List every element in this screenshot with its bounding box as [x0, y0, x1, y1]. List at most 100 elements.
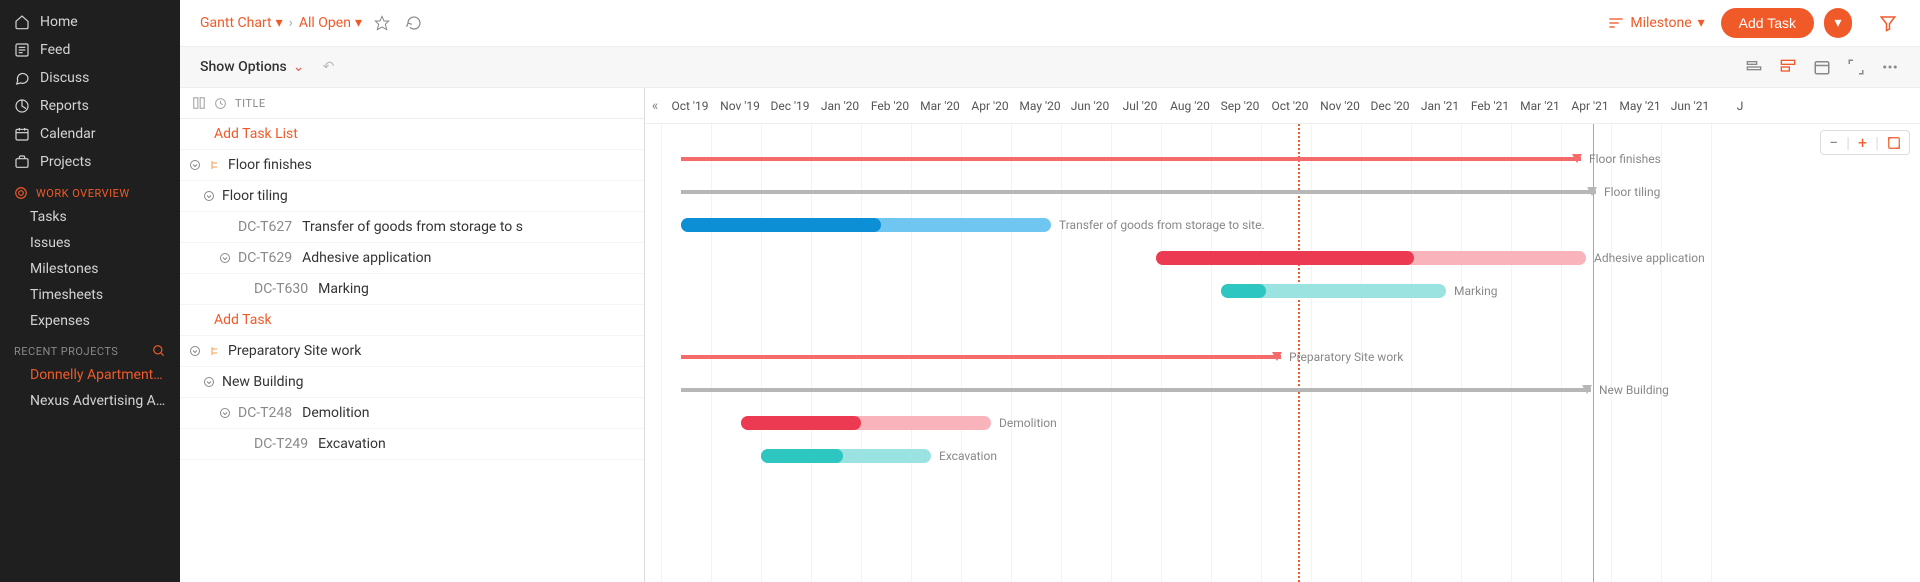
- sidebar-item-label: Feed: [40, 42, 70, 58]
- sidebar-item-calendar[interactable]: Calendar: [0, 120, 180, 148]
- task-row[interactable]: New Building: [180, 367, 644, 398]
- add-task-link[interactable]: Add Task: [180, 305, 644, 336]
- refresh-icon[interactable]: [402, 11, 426, 35]
- task-id: DC-T248: [238, 405, 292, 421]
- target-icon: [14, 186, 28, 200]
- gantt-summary-bar[interactable]: Floor tiling: [681, 190, 1596, 194]
- calendar-icon[interactable]: [1812, 57, 1832, 77]
- star-icon[interactable]: [370, 11, 394, 35]
- gantt-bar-label: Floor tiling: [1604, 185, 1660, 199]
- sidebar-project[interactable]: Nexus Advertising Agen: [0, 388, 180, 414]
- zoom-fit-button[interactable]: [1879, 134, 1909, 152]
- sidebar-item-timesheets[interactable]: Timesheets: [0, 282, 180, 308]
- task-title: Floor finishes: [228, 157, 312, 173]
- task-list-pane: TITLE Add Task List Floor finishesFloor …: [180, 88, 645, 582]
- sidebar-item-expenses[interactable]: Expenses: [0, 308, 180, 334]
- sidebar-item-discuss[interactable]: Discuss: [0, 64, 180, 92]
- task-row[interactable]: DC-T249Excavation: [180, 429, 644, 460]
- sidebar-item-label: Calendar: [40, 126, 96, 142]
- filter-icon[interactable]: [1876, 11, 1900, 35]
- gantt-bar-label: Demolition: [999, 416, 1057, 430]
- collapse-icon[interactable]: [188, 345, 202, 357]
- sidebar: Home Feed Discuss Reports Calendar Projects W…: [0, 0, 180, 582]
- view-mode-1-icon[interactable]: [1744, 57, 1764, 77]
- task-title: Excavation: [318, 436, 386, 452]
- collapse-icon[interactable]: [218, 252, 232, 264]
- task-row[interactable]: DC-T630Marking: [180, 274, 644, 305]
- collapse-icon[interactable]: [218, 407, 232, 419]
- gantt-task-bar[interactable]: Excavation: [761, 449, 931, 463]
- sidebar-item-home[interactable]: Home: [0, 8, 180, 36]
- gantt-bar-label: New Building: [1599, 383, 1669, 397]
- gantt-row: Marking: [645, 274, 1920, 307]
- projects-icon: [14, 154, 30, 170]
- gantt-bar-label: Adhesive application: [1594, 251, 1705, 265]
- add-task-list-link[interactable]: Add Task List: [180, 119, 644, 150]
- task-row[interactable]: Floor finishes: [180, 150, 644, 181]
- collapse-icon[interactable]: [202, 190, 216, 202]
- month-header: Sep '20: [1215, 99, 1265, 113]
- task-row[interactable]: Floor tiling: [180, 181, 644, 212]
- gantt-task-bar[interactable]: Marking: [1221, 284, 1446, 298]
- clock-icon: [214, 97, 227, 110]
- filter-selector[interactable]: All Open ▾: [299, 15, 362, 31]
- sidebar-item-issues[interactable]: Issues: [0, 230, 180, 256]
- task-row[interactable]: DC-T629Adhesive application: [180, 243, 644, 274]
- more-icon[interactable]: [1880, 57, 1900, 77]
- sidebar-item-label: Discuss: [40, 70, 89, 86]
- task-title: Floor tiling: [222, 188, 288, 204]
- sidebar-item-label: Home: [40, 14, 78, 30]
- home-icon: [14, 14, 30, 30]
- month-header: Jan '21: [1415, 99, 1465, 113]
- task-row[interactable]: Preparatory Site work: [180, 336, 644, 367]
- feed-icon: [14, 42, 30, 58]
- gantt-task-bar[interactable]: Demolition: [741, 416, 991, 430]
- breadcrumb: Gantt Chart ▾ › All Open ▾: [200, 15, 362, 31]
- expand-icon[interactable]: [192, 96, 206, 110]
- collapse-icon[interactable]: [188, 159, 202, 171]
- show-options-toggle[interactable]: Show Options ⌄: [200, 59, 305, 75]
- task-title: New Building: [222, 374, 304, 390]
- sidebar-item-milestones[interactable]: Milestones: [0, 256, 180, 282]
- gantt-summary-bar[interactable]: Preparatory Site work: [681, 355, 1281, 359]
- milestone-button[interactable]: Milestone ▾: [1600, 11, 1712, 35]
- gantt-task-bar[interactable]: Transfer of goods from storage to site.: [681, 218, 1051, 232]
- task-list-body: Add Task List Floor finishes Floor tiling…: [180, 119, 644, 582]
- scroll-left-icon[interactable]: «: [645, 98, 665, 114]
- sidebar-item-feed[interactable]: Feed: [0, 36, 180, 64]
- sidebar-item-tasks[interactable]: Tasks: [0, 204, 180, 230]
- gantt-body[interactable]: − | + | Floor finishesFloor tilingTransf…: [645, 124, 1920, 582]
- task-title: Demolition: [302, 405, 369, 421]
- zoom-out-button[interactable]: −: [1821, 131, 1846, 154]
- month-header: Apr '21: [1565, 99, 1615, 113]
- caret-down-icon: ▾: [1834, 15, 1841, 31]
- sidebar-item-label: Reports: [40, 98, 89, 114]
- fullscreen-icon[interactable]: [1846, 57, 1866, 77]
- zoom-in-button[interactable]: +: [1850, 131, 1875, 154]
- search-icon[interactable]: [152, 344, 166, 358]
- gantt-summary-bar[interactable]: New Building: [681, 388, 1591, 392]
- add-task-dropdown[interactable]: ▾: [1824, 8, 1852, 38]
- gantt-row: Preparatory Site work: [645, 340, 1920, 373]
- month-header: Jun '21: [1665, 99, 1715, 113]
- main: Gantt Chart ▾ › All Open ▾ Milestone ▾ A…: [180, 0, 1920, 582]
- task-row[interactable]: DC-T248 Demolition: [180, 398, 644, 429]
- view-mode-2-icon[interactable]: [1778, 57, 1798, 77]
- month-header: May '21: [1615, 99, 1665, 113]
- task-row[interactable]: DC-T627Transfer of goods from storage to…: [180, 212, 644, 243]
- month-header: Feb '20: [865, 99, 915, 113]
- gantt-task-bar[interactable]: Adhesive application: [1156, 251, 1586, 265]
- sidebar-section-work: WORK OVERVIEW: [0, 176, 180, 204]
- chevron-right-icon: ›: [289, 15, 293, 31]
- sidebar-project[interactable]: Donnelly Apartments C: [0, 362, 180, 388]
- add-task-button[interactable]: Add Task: [1721, 8, 1814, 38]
- view-selector[interactable]: Gantt Chart ▾: [200, 15, 283, 31]
- collapse-icon[interactable]: [202, 376, 216, 388]
- sidebar-item-label: Projects: [40, 154, 91, 170]
- undo-icon[interactable]: ↶: [317, 55, 341, 79]
- month-header: Dec '20: [1365, 99, 1415, 113]
- work-overview-label: WORK OVERVIEW: [36, 187, 130, 200]
- sidebar-item-reports[interactable]: Reports: [0, 92, 180, 120]
- gantt-summary-bar[interactable]: Floor finishes: [681, 157, 1581, 161]
- sidebar-item-projects[interactable]: Projects: [0, 148, 180, 176]
